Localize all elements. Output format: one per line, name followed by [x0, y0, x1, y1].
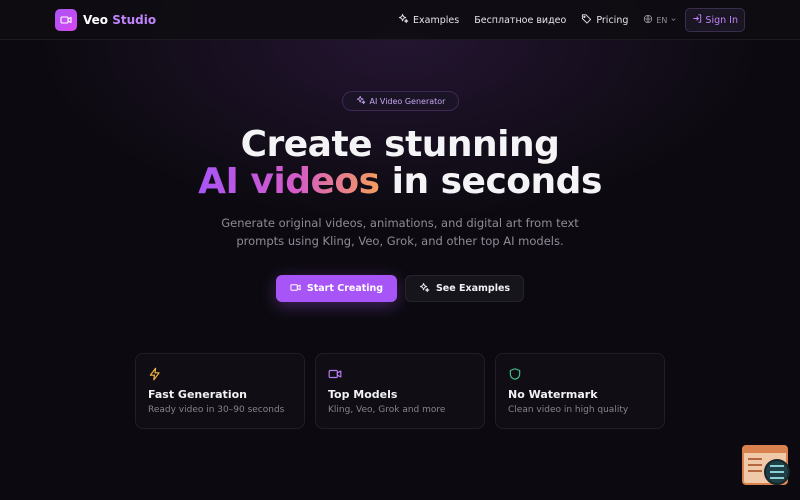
site-header: Veo Studio Examples Бесплатное видео Pri…	[0, 0, 800, 40]
feature-title: Fast Generation	[148, 388, 247, 401]
feature-description: Kling, Veo, Grok and more	[328, 405, 446, 415]
sign-in-label: Sign In	[705, 14, 738, 26]
nav-examples[interactable]: Examples	[398, 13, 459, 27]
sparkles-icon	[356, 95, 366, 107]
nav-free-video-label: Бесплатное видео	[474, 14, 567, 26]
hero-subtitle-line-2: prompts using Kling, Veo, Grok, and othe…	[236, 234, 564, 248]
globe-icon	[643, 14, 653, 26]
language-label: EN	[656, 15, 668, 25]
brand-name: Veo Studio	[83, 13, 156, 27]
feature-description: Ready video in 30–90 seconds	[148, 405, 285, 415]
language-selector[interactable]: EN	[643, 14, 677, 26]
shield-icon	[508, 366, 522, 380]
feature-title: Top Models	[328, 388, 398, 401]
hero-badge-label: AI Video Generator	[369, 96, 446, 106]
hero-title-line-2: AI videos in seconds	[0, 161, 800, 202]
widget-titlebar	[744, 447, 786, 453]
feature-title: No Watermark	[508, 388, 598, 401]
main-nav: Examples Бесплатное видео Pricing EN Sig…	[398, 8, 745, 32]
see-examples-button[interactable]: See Examples	[405, 275, 524, 302]
hero-subtitle-line-1: Generate original videos, animations, an…	[221, 216, 579, 230]
feature-card-no-watermark: No Watermark Clean video in high quality	[495, 353, 665, 429]
video-camera-icon	[290, 282, 301, 296]
chevron-down-icon	[670, 16, 677, 25]
nav-examples-label: Examples	[413, 14, 460, 26]
inspector-widget-icon[interactable]	[742, 445, 790, 485]
hero-badge: AI Video Generator	[342, 91, 459, 111]
video-camera-icon	[328, 366, 342, 380]
feature-card-top-models: Top Models Kling, Veo, Grok and more	[315, 353, 485, 429]
magnifier-icon	[764, 459, 790, 485]
hero-title-highlight: AI videos	[198, 161, 380, 202]
brand-name-main: Veo	[83, 13, 109, 27]
see-examples-label: See Examples	[435, 283, 511, 294]
feature-card-fast-generation: Fast Generation Ready video in 30–90 sec…	[135, 353, 305, 429]
sparkles-icon	[419, 282, 430, 296]
nav-pricing-label: Pricing	[596, 14, 629, 26]
lightning-icon	[148, 366, 162, 381]
nav-pricing[interactable]: Pricing	[581, 13, 628, 27]
sign-in-button[interactable]: Sign In	[685, 8, 745, 32]
log-in-icon	[692, 13, 703, 27]
hero-title-line-1: Create stunning	[240, 124, 560, 165]
hero-title-rest: in seconds	[391, 161, 603, 202]
tag-icon	[581, 13, 592, 27]
feature-description: Clean video in high quality	[508, 405, 629, 415]
nav-free-video[interactable]: Бесплатное видео	[474, 15, 566, 26]
brand-name-accent: Studio	[112, 13, 157, 27]
start-creating-button[interactable]: Start Creating	[276, 275, 397, 302]
widget-lines	[748, 458, 762, 476]
brand-logo[interactable]: Veo Studio	[55, 9, 156, 31]
start-creating-label: Start Creating	[306, 283, 384, 294]
video-camera-icon	[55, 9, 77, 31]
sparkles-icon	[398, 13, 409, 27]
